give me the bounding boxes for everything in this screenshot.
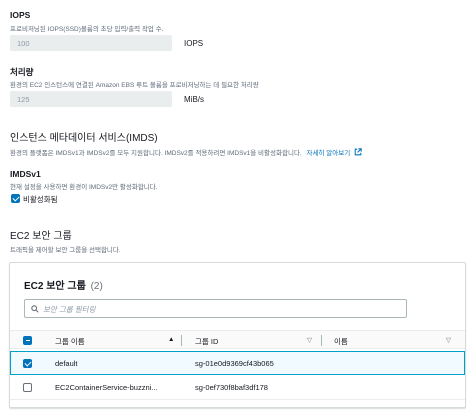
imds-description-text: 환경의 플랫폼은 IMDSv1과 IMDSv2를 모두 지원합니다. IMDSv… [10, 150, 302, 157]
table-header: 그룹 이름 ▲ 그룹 ID ▽ 이름 ▽ [10, 330, 465, 349]
learn-more-link[interactable]: 자세히 알아보기 [307, 150, 351, 157]
panel-count: (2) [90, 281, 103, 292]
sort-icon[interactable]: ▽ [307, 336, 312, 344]
table-row[interactable]: default sg-01e0d9369cf43b065 [10, 351, 465, 375]
table-row[interactable]: EC2ContainerService-buzzni... sg-0ef730f… [10, 375, 465, 399]
column-tag-name[interactable]: 이름 [334, 336, 348, 347]
row-checkbox[interactable] [23, 383, 32, 392]
imdsv1-description: 현재 설정을 사용하면 환경이 IMDSv2만 활성화합니다. [10, 184, 158, 191]
row-group-name: default [55, 359, 78, 368]
imds-description: 환경의 플랫폼은 IMDSv1과 IMDSv2를 모두 지원합니다. IMDSv… [10, 147, 362, 157]
row-group-name: EC2ContainerService-buzzni... [55, 383, 158, 392]
column-group-id[interactable]: 그룹 ID [195, 336, 218, 347]
security-groups-description: 트래픽을 제어할 보안 그룹을 선택합니다. [10, 247, 121, 254]
iops-unit: IOPS [184, 39, 204, 48]
sort-icon[interactable]: ▽ [446, 336, 451, 344]
imdsv1-disabled-label[interactable]: 비활성화됨 [23, 194, 58, 205]
security-group-filter-input[interactable]: 보안 그룹 필터링 [24, 299, 407, 318]
row-divider [10, 399, 465, 400]
iops-input: 100 [10, 35, 172, 51]
panel-title: EC2 보안 그룹 (2) [24, 277, 103, 292]
select-all-checkbox[interactable] [23, 336, 32, 345]
column-divider[interactable] [181, 335, 182, 346]
throughput-unit: MiB/s [184, 95, 204, 104]
imdsv1-disabled-checkbox[interactable] [11, 194, 20, 203]
throughput-input: 125 [10, 91, 172, 107]
column-group-name[interactable]: 그룹 이름 [55, 336, 85, 347]
throughput-label: 처리량 [10, 67, 34, 77]
row-group-id: sg-0ef730f8baf3df178 [195, 383, 268, 392]
external-link-icon[interactable] [354, 148, 362, 156]
iops-description: 프로비저닝된 IOPS(SSD)볼륨의 초당 입력/출력 작업 수. [10, 26, 164, 33]
security-groups-panel: EC2 보안 그룹 (2) 보안 그룹 필터링 그룹 이름 ▲ 그룹 ID ▽ … [9, 262, 466, 408]
search-icon [31, 305, 39, 313]
sort-ascending-icon[interactable]: ▲ [168, 336, 174, 343]
security-groups-heading: EC2 보안 그룹 [10, 231, 72, 242]
column-divider[interactable] [321, 335, 322, 346]
panel-title-text: EC2 보안 그룹 [24, 281, 86, 292]
row-checkbox[interactable] [23, 359, 32, 368]
imdsv1-label: IMDSv1 [10, 169, 41, 179]
row-group-id: sg-01e0d9369cf43b065 [195, 359, 274, 368]
imds-heading: 인스턴스 메타데이터 서비스(IMDS) [10, 133, 158, 144]
filter-placeholder: 보안 그룹 필터링 [43, 305, 96, 314]
throughput-description: 환경의 EC2 인스턴스에 연결된 Amazon EBS 루트 볼륨을 프로비저… [10, 82, 259, 89]
iops-label: IOPS [10, 10, 31, 20]
